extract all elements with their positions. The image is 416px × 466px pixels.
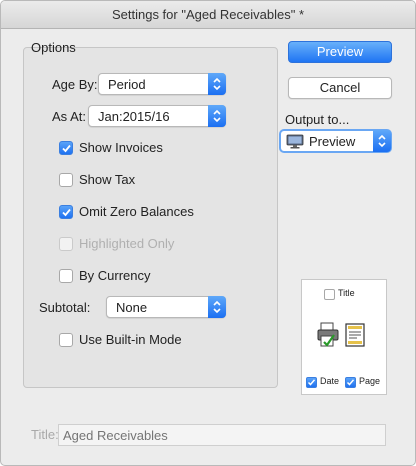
age-by-label: Age By: [52,77,98,92]
omit-zero-balances-label: Omit Zero Balances [79,204,194,219]
updown-arrows-icon [208,105,226,127]
omit-zero-balances-checkbox[interactable]: Omit Zero Balances [59,204,239,220]
checkbox-empty-icon [324,289,335,300]
updown-arrows-icon [208,296,226,318]
checkmark-icon [59,205,73,219]
preview-date-checkbox[interactable]: Date [306,376,344,389]
page-layout-preview: Title Date Page [301,279,387,395]
cancel-button[interactable]: Cancel [288,77,392,99]
as-at-select[interactable]: Jan:2015/16 [88,105,226,127]
checkbox-empty-icon [59,173,73,187]
highlighted-only-checkbox: Highlighted Only [59,236,219,252]
use-builtin-mode-checkbox[interactable]: Use Built-in Mode [59,332,229,348]
title-input [59,425,385,445]
show-tax-label: Show Tax [79,172,136,187]
title-label: Title: [31,427,59,442]
preview-page-checkbox[interactable]: Page [345,376,385,389]
updown-arrows-icon [208,73,226,95]
subtotal-label: Subtotal: [39,300,91,315]
settings-window: Settings for "Aged Receivables" * Option… [0,0,416,466]
options-group-label: Options [31,40,76,55]
show-tax-checkbox[interactable]: Show Tax [59,172,219,188]
subtotal-value: None [116,300,148,315]
by-currency-checkbox[interactable]: By Currency [59,268,219,284]
show-invoices-checkbox[interactable]: Show Invoices [59,140,219,156]
output-to-select[interactable]: Preview [279,129,392,153]
monitor-icon [286,134,304,152]
as-at-label: As At: [52,109,86,124]
document-icon [345,323,365,350]
subtotal-select[interactable]: None [106,296,226,318]
highlighted-only-label: Highlighted Only [79,236,175,251]
preview-page-label: Page [359,376,381,386]
output-to-value: Preview [309,134,356,149]
checkmark-icon [306,377,317,388]
window-title: Settings for "Aged Receivables" * [1,1,415,29]
age-by-select[interactable]: Period [98,73,226,95]
checkbox-empty-icon [59,333,73,347]
checkmark-icon [345,377,356,388]
output-to-label: Output to... [285,112,350,127]
age-by-value: Period [108,77,146,92]
by-currency-label: By Currency [79,268,151,283]
preview-title-checkbox[interactable]: Title [324,288,374,301]
printer-icon [317,322,339,351]
updown-arrows-icon [373,130,391,152]
preview-title-label: Title [338,288,355,298]
preview-button[interactable]: Preview [288,41,392,63]
use-builtin-mode-label: Use Built-in Mode [79,332,182,347]
checkmark-icon [59,141,73,155]
checkbox-empty-icon [59,269,73,283]
preview-date-label: Date [320,376,340,386]
show-invoices-label: Show Invoices [79,140,163,155]
as-at-value: Jan:2015/16 [98,109,170,124]
checkbox-empty-icon [59,237,73,251]
title-field [58,424,386,446]
